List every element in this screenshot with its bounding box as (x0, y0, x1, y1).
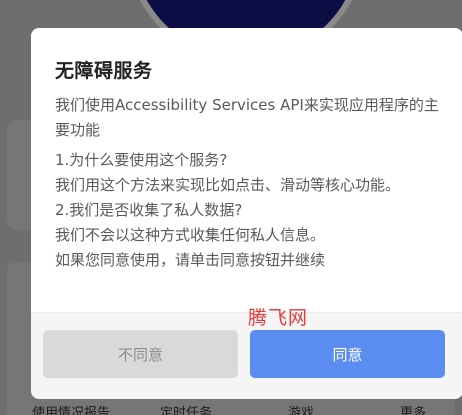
dialog-answer-2: 我们不会以这种方式收集任何私人信息。 (55, 226, 326, 244)
dialog-question-2: 2.我们是否收集了私人数据? (55, 201, 243, 219)
bg-label-scheduled-tasks: 定时任务 (160, 406, 213, 415)
decline-button[interactable]: 不同意 (43, 330, 238, 378)
dialog-answer-1: 我们用这个方法来实现比如点击、滑动等核心功能。 (55, 176, 401, 194)
bg-label-games: 游戏 (288, 406, 315, 415)
accept-button[interactable]: 同意 (250, 330, 445, 378)
dialog-intro-text: 我们使用Accessibility Services API来实现应用程序的主要… (55, 96, 439, 139)
bg-label-usage-report: 使用情况报告 (32, 406, 111, 415)
background-bottom-nav: 使用情况报告 定时任务 游戏 更多 (0, 398, 462, 415)
accessibility-consent-dialog: 无障碍服务 我们使用Accessibility Services API来实现应… (31, 28, 462, 399)
dialog-title: 无障碍服务 (55, 60, 153, 82)
dialog-instruction-text: 如果您同意使用，请单击同意按钮并继续 (55, 251, 326, 269)
bg-label-more: 更多 (400, 406, 427, 415)
dialog-body: 我们使用Accessibility Services API来实现应用程序的主要… (55, 93, 440, 273)
watermark-text: 腾飞网 (248, 307, 309, 329)
dialog-footer: 不同意 同意 (31, 312, 462, 399)
dialog-question-1: 1.为什么要使用这个服务? (55, 151, 228, 169)
